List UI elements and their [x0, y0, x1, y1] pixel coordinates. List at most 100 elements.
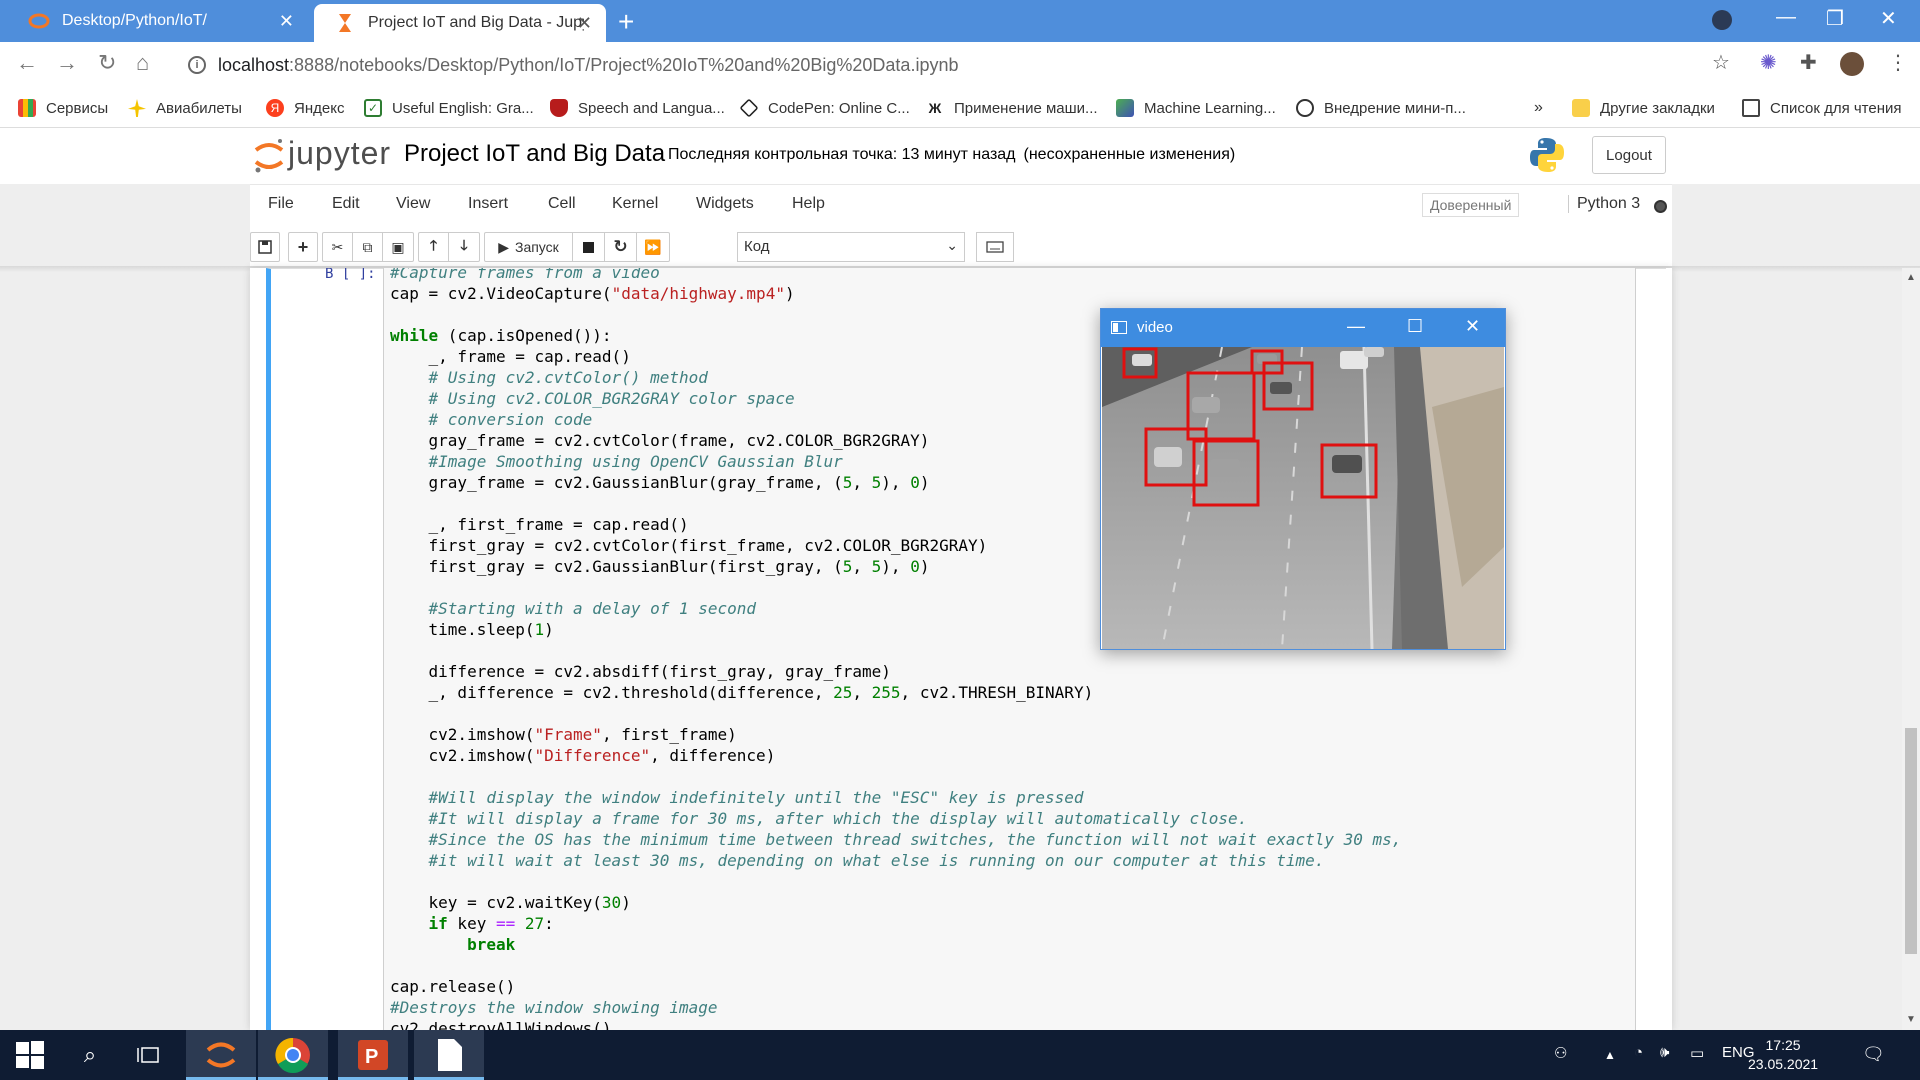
bookmark-vnedrenie[interactable]: Внедрение мини-п...: [1296, 96, 1466, 120]
restart-button[interactable]: ↻: [605, 233, 637, 261]
codepen-icon: [739, 98, 759, 118]
back-arrow-icon[interactable]: ←: [16, 50, 38, 76]
checkpoint-text: Последняя контрольная точка: 13 минут на…: [668, 146, 1016, 163]
menu-cell[interactable]: Cell: [548, 195, 576, 213]
bookmark-avia[interactable]: Авиабилеты: [128, 96, 242, 120]
move-up-button[interactable]: 🡑: [419, 233, 449, 261]
save-button[interactable]: [250, 232, 280, 262]
paste-button[interactable]: ▣: [383, 233, 413, 261]
scrollbar-thumb[interactable]: [1905, 728, 1917, 954]
menu-file[interactable]: File: [268, 195, 294, 213]
menu-help[interactable]: Help: [792, 195, 825, 213]
jupyter-menubar: File Edit View Insert Cell Kernel Widget…: [250, 184, 1672, 226]
reload-icon[interactable]: ↻: [98, 50, 116, 76]
people-icon[interactable]: ⚇: [1554, 1044, 1567, 1062]
tab-project-iot[interactable]: Project IoT and Big Data - Jupyte ✕: [314, 4, 606, 42]
opencv-video-window[interactable]: video — ☐ ✕: [1100, 308, 1506, 650]
bookmark-ml[interactable]: Machine Learning...: [1116, 96, 1276, 120]
profile-avatar[interactable]: [1840, 52, 1864, 76]
network-icon[interactable]: ◔: [1634, 1044, 1643, 1061]
taskbar-app-powerpoint[interactable]: P: [338, 1030, 408, 1080]
python-logo-icon: [1528, 136, 1566, 174]
run-button-group: ▶ Запуск ↻ ⏩: [484, 232, 670, 262]
tab-search-icon[interactable]: [1712, 10, 1732, 30]
minimize-icon[interactable]: —: [1347, 316, 1365, 337]
scroll-down-arrow-icon[interactable]: ▼: [1906, 1014, 1916, 1025]
maximize-icon[interactable]: ☐: [1407, 316, 1423, 337]
menu-view[interactable]: View: [396, 195, 430, 213]
bookmark-ml-apply[interactable]: Ж Применение маши...: [926, 96, 1098, 120]
windows-taskbar: ⌕ P ⚇ ▲ ◔ 🕪 ▭ ENG 17:25 23.05.2021 🗨: [0, 1030, 1920, 1080]
bookmark-label: Speech and Langua...: [578, 99, 725, 117]
chevron-down-icon: ⌄: [946, 237, 958, 253]
bookmark-other[interactable]: Другие закладки: [1572, 96, 1715, 120]
forward-arrow-icon[interactable]: →: [56, 50, 78, 76]
system-clock[interactable]: 17:25 23.05.2021: [1748, 1036, 1818, 1074]
menu-edit[interactable]: Edit: [332, 195, 360, 213]
taskbar-app-chrome[interactable]: [258, 1030, 328, 1080]
windows-start-icon[interactable]: [8, 1030, 52, 1080]
restore-icon[interactable]: ❐: [1826, 6, 1844, 31]
menu-kernel[interactable]: Kernel: [612, 195, 658, 213]
menu-dots-icon[interactable]: ⋮: [1888, 50, 1908, 75]
copy-button[interactable]: ⧉: [353, 233, 383, 261]
trusted-indicator[interactable]: Доверенный: [1422, 193, 1520, 217]
page-scrollbar[interactable]: ▲ ▼: [1902, 268, 1920, 1030]
notifications-icon[interactable]: 🗨: [1862, 1044, 1885, 1065]
command-palette-button[interactable]: [976, 232, 1014, 262]
bookmark-speech[interactable]: Speech and Langua...: [550, 96, 725, 120]
jupyter-logo-icon[interactable]: [252, 136, 286, 176]
bookmark-yandex[interactable]: Я Яндекс: [266, 96, 344, 120]
bookmark-codepen[interactable]: CodePen: Online C...: [739, 96, 910, 120]
extensions-puzzle-icon[interactable]: ✚: [1800, 50, 1817, 75]
video-window-titlebar[interactable]: video — ☐ ✕: [1101, 309, 1505, 347]
arrow-up-icon: 🡑: [429, 237, 438, 253]
video-frame: [1102, 347, 1504, 649]
minimize-icon[interactable]: —: [1776, 6, 1796, 29]
cell-type-select[interactable]: Код ⌄: [737, 232, 965, 262]
scroll-up-arrow-icon[interactable]: ▲: [1906, 272, 1916, 283]
taskbar-app-jupyter[interactable]: [186, 1030, 256, 1080]
restart-run-all-button[interactable]: ⏩: [637, 233, 669, 261]
search-icon[interactable]: ⌕: [70, 1030, 110, 1080]
interrupt-button[interactable]: [573, 233, 605, 261]
extension-icon[interactable]: ✺: [1760, 50, 1777, 75]
task-view-icon[interactable]: [128, 1030, 168, 1080]
clock-date: 23.05.2021: [1748, 1056, 1819, 1072]
browser-toolbar: ← → ↻ ⌂ i localhost:8888/notebooks/Deskt…: [0, 42, 1920, 88]
menu-widgets[interactable]: Widgets: [696, 195, 754, 213]
bookmark-services[interactable]: Сервисы: [18, 96, 108, 120]
cut-button[interactable]: ✂: [323, 233, 353, 261]
bookmark-useful-english[interactable]: ✓ Useful English: Gra...: [364, 96, 534, 120]
logout-button[interactable]: Logout: [1592, 136, 1666, 174]
url-path: :8888/notebooks/Desktop/Python/IoT/Proje…: [289, 55, 959, 75]
new-tab-button[interactable]: +: [618, 6, 634, 38]
paste-icon: ▣: [391, 238, 405, 255]
habr-icon: Ж: [928, 100, 942, 116]
close-icon[interactable]: ✕: [1465, 316, 1480, 337]
close-tab-icon[interactable]: ✕: [577, 13, 592, 34]
insert-cell-button[interactable]: +: [288, 232, 318, 262]
notebook-name[interactable]: Project IoT and Big Data: [404, 140, 665, 168]
tab-title: Desktop/Python/IoT/: [62, 12, 207, 29]
clock-time: 17:25: [1765, 1037, 1801, 1053]
volume-icon[interactable]: 🕪: [1660, 1044, 1669, 1061]
home-icon[interactable]: ⌂: [136, 50, 149, 76]
tab-desktop-python-iot[interactable]: Desktop/Python/IoT/ ✕: [8, 0, 308, 42]
more-bookmarks-chevron[interactable]: »: [1534, 96, 1543, 120]
run-button[interactable]: ▶ Запуск: [485, 233, 573, 261]
site-info-icon[interactable]: i: [188, 56, 206, 74]
move-down-button[interactable]: 🡓: [449, 233, 479, 261]
battery-icon[interactable]: ▭: [1690, 1044, 1704, 1062]
address-bar[interactable]: localhost:8888/notebooks/Desktop/Python/…: [218, 55, 958, 76]
edit-button-group: ✂ ⧉ ▣: [322, 232, 414, 262]
file-icon: [438, 1039, 462, 1071]
taskbar-app-document[interactable]: [414, 1030, 484, 1080]
close-tab-icon[interactable]: ✕: [279, 11, 294, 32]
show-hidden-icons-chevron[interactable]: ▲: [1604, 1048, 1616, 1062]
menu-insert[interactable]: Insert: [468, 195, 508, 213]
powerpoint-icon: P: [358, 1040, 388, 1070]
reading-list[interactable]: Список для чтения: [1742, 96, 1902, 120]
close-window-icon[interactable]: ✕: [1880, 6, 1897, 31]
bookmark-star-icon[interactable]: ☆: [1712, 50, 1730, 75]
